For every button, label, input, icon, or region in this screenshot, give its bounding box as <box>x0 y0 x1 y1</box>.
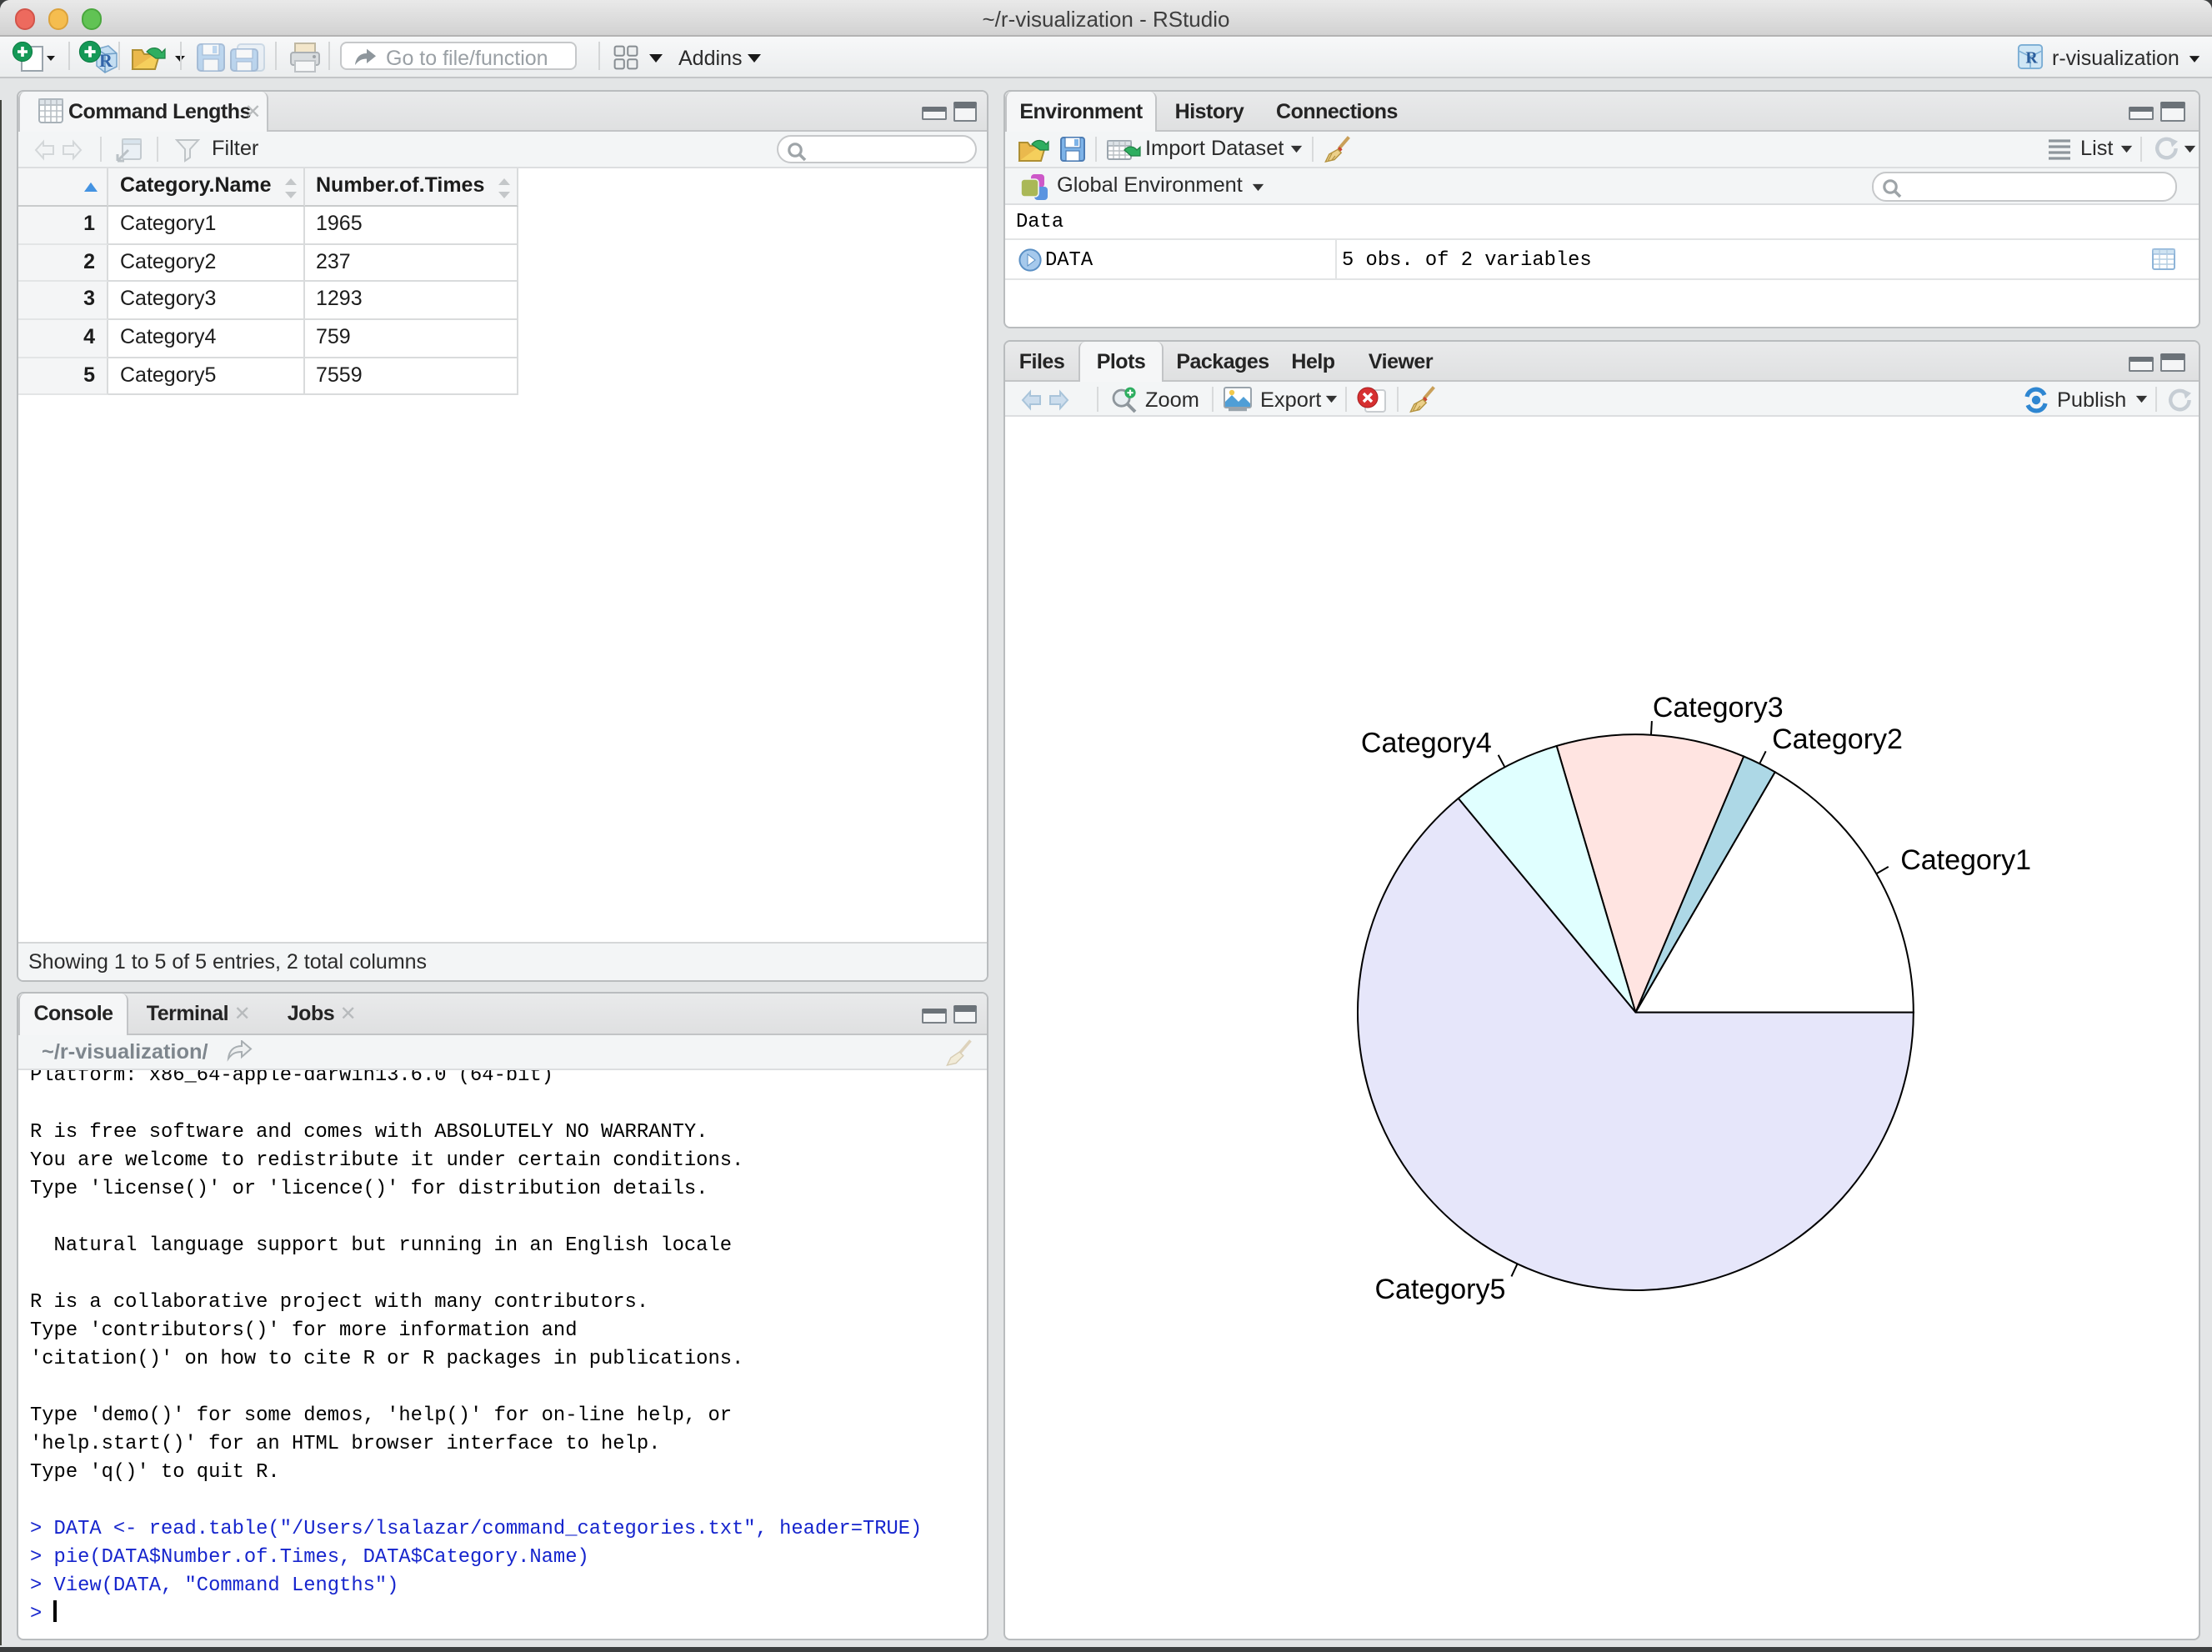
svg-text:R: R <box>99 50 113 71</box>
svg-text:Category4: Category4 <box>1361 727 1492 758</box>
svg-text:Category2: Category2 <box>1772 723 1903 754</box>
svg-text:R: R <box>2025 49 2038 68</box>
svg-text:Category5: Category5 <box>1374 1273 1505 1304</box>
svg-text:Category1: Category1 <box>1900 844 2031 875</box>
svg-text:Category3: Category3 <box>1653 691 1784 723</box>
